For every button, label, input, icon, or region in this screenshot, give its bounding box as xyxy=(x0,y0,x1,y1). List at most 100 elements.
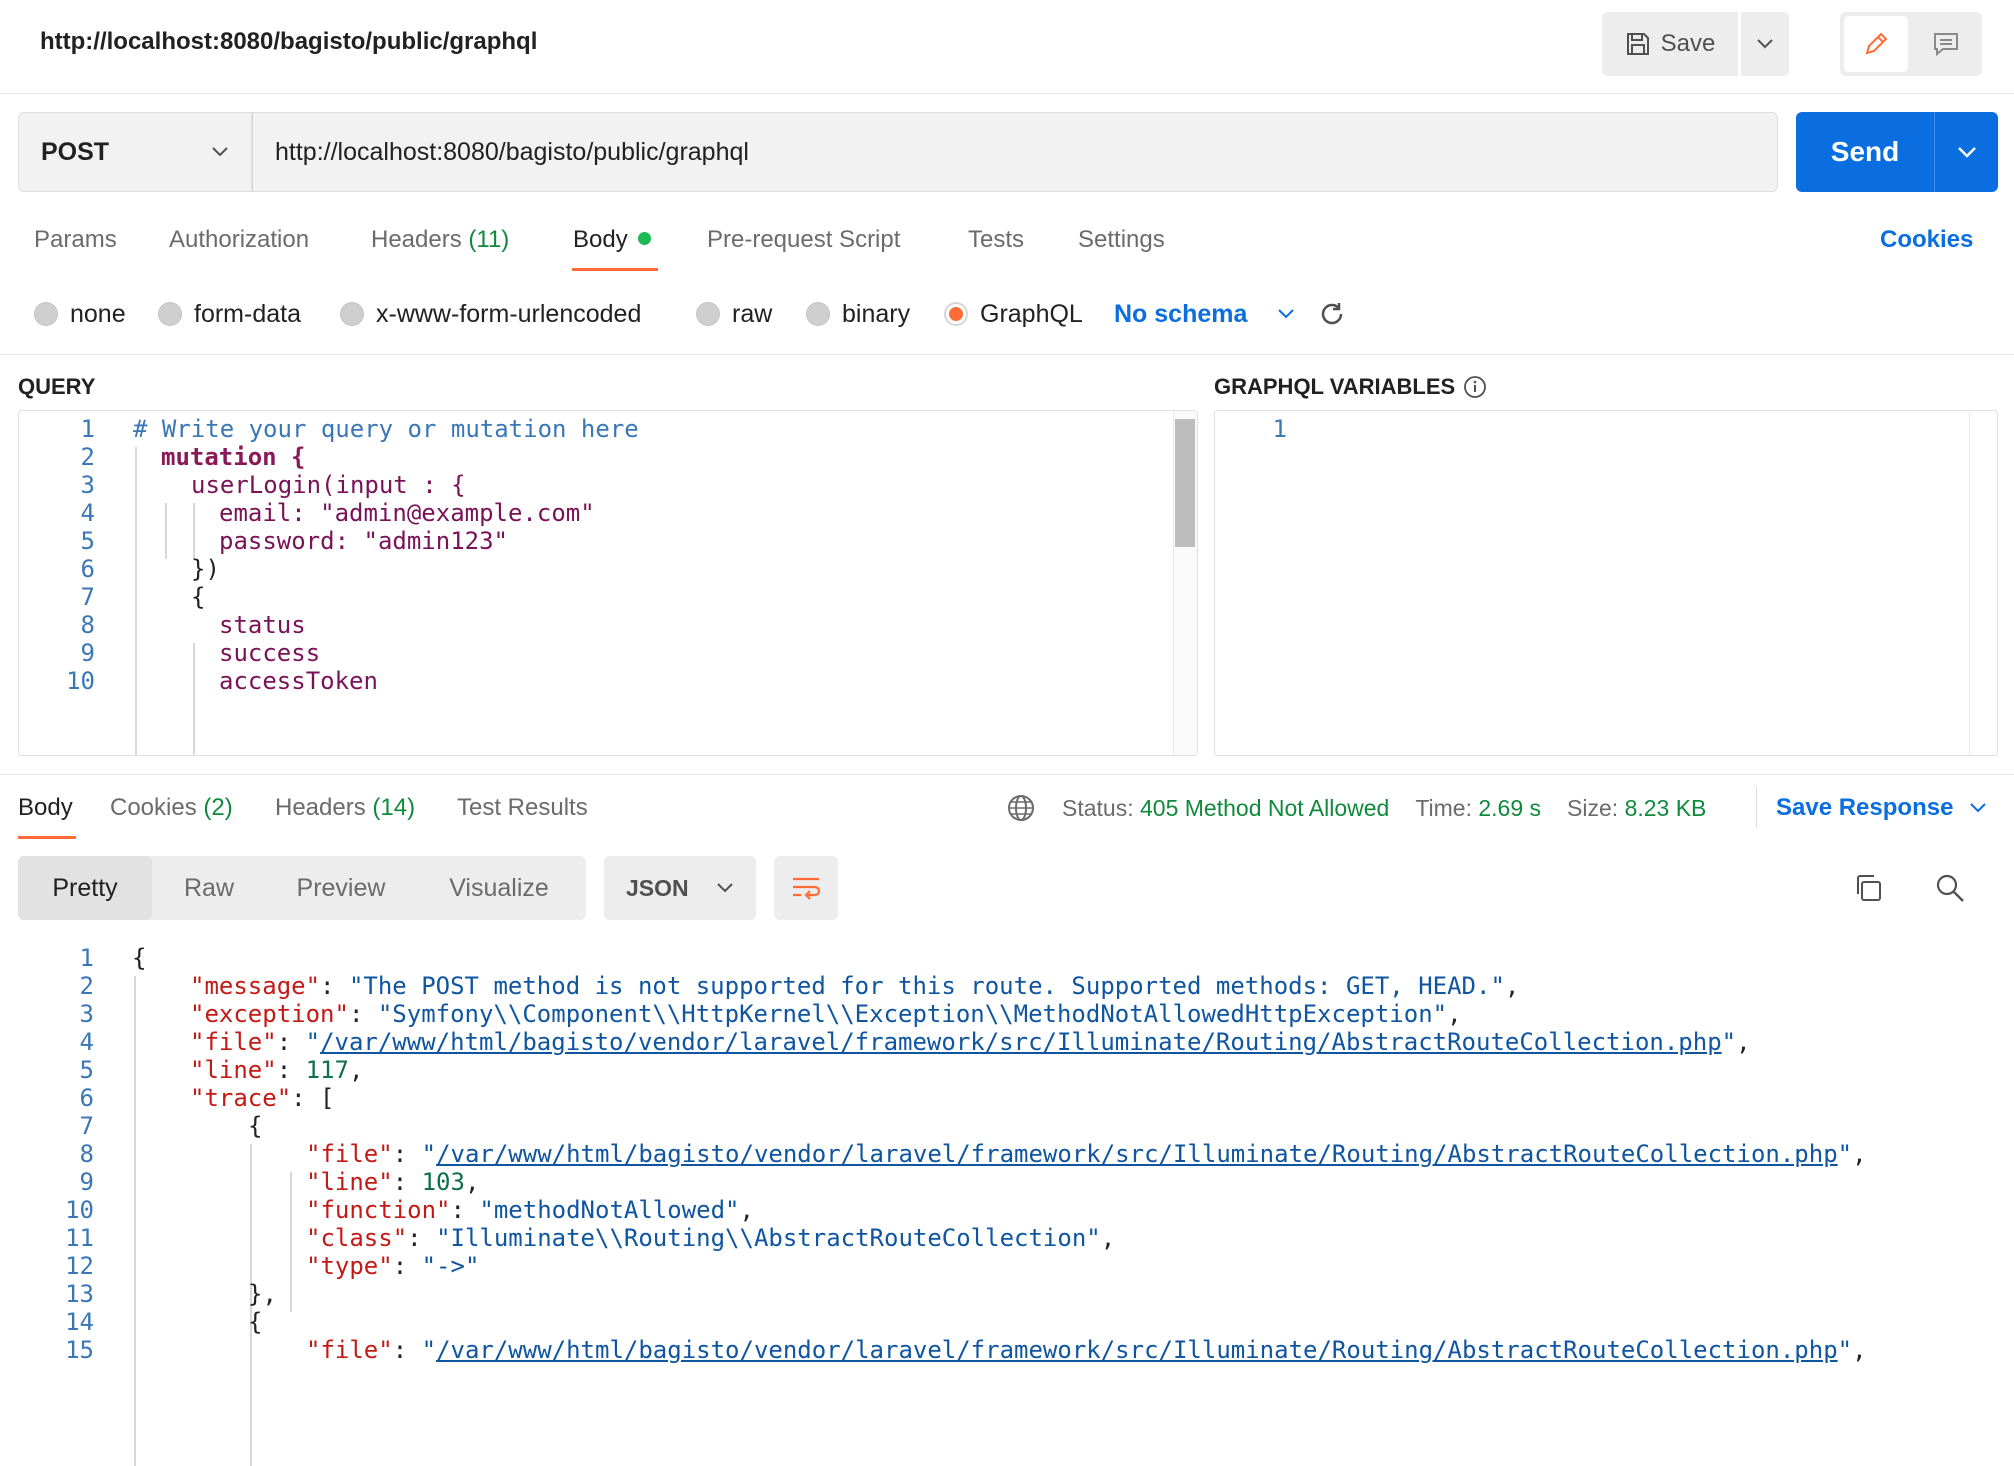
radio-dot xyxy=(34,302,58,326)
chevron-down-icon xyxy=(1757,39,1773,49)
variables-scrollbar[interactable] xyxy=(1969,411,1997,755)
tab-pre-request-script[interactable]: Pre-request Script xyxy=(707,226,900,254)
json-key: "trace" xyxy=(190,1084,292,1112)
response-meta: Status: 405 Method Not Allowed Time: 2.6… xyxy=(1006,790,1706,826)
comments-button[interactable] xyxy=(1914,16,1978,72)
edit-mode-button[interactable] xyxy=(1844,16,1908,72)
json-string: "Illuminate\\Routing\\AbstractRouteColle… xyxy=(436,1224,1101,1252)
chevron-down-icon xyxy=(717,883,733,893)
refresh-icon[interactable] xyxy=(1316,298,1348,330)
variables-editor[interactable]: 1 xyxy=(1214,410,1998,756)
save-group: Save xyxy=(1602,12,1789,76)
save-dropdown-button[interactable] xyxy=(1741,12,1789,76)
wrap-lines-button[interactable] xyxy=(774,856,838,920)
radio-label: GraphQL xyxy=(980,299,1083,328)
status-label: Status: xyxy=(1062,794,1134,821)
tab-label: Body xyxy=(573,226,628,253)
tab-params[interactable]: Params xyxy=(34,226,117,254)
tab-label: Pre-request Script xyxy=(707,226,901,253)
save-response-button[interactable]: Save Response xyxy=(1776,794,1987,822)
body-indicator-dot xyxy=(637,232,651,246)
search-icon[interactable] xyxy=(1934,872,1966,904)
query-scrollbar-thumb[interactable] xyxy=(1175,419,1195,547)
time-info[interactable]: Time: 2.69 s xyxy=(1415,795,1541,822)
chevron-down-icon xyxy=(212,147,228,157)
url-input[interactable]: http://localhost:8080/bagisto/public/gra… xyxy=(252,112,1778,192)
send-button[interactable]: Send xyxy=(1796,112,1934,192)
info-icon[interactable] xyxy=(1463,375,1487,399)
response-scrollbar[interactable] xyxy=(1988,940,1998,1466)
send-dropdown-button[interactable] xyxy=(1934,112,1998,192)
radio-raw[interactable]: raw xyxy=(696,298,772,330)
radio-dot xyxy=(806,302,830,326)
json-brace: { xyxy=(248,1112,263,1140)
status-info[interactable]: Status: 405 Method Not Allowed xyxy=(1062,795,1389,822)
indent-guide xyxy=(193,643,195,755)
radio-graphql[interactable]: GraphQL xyxy=(944,298,1083,330)
json-string: "->" xyxy=(421,1252,480,1280)
tab-label: Cookies xyxy=(110,794,197,821)
tab-body[interactable]: Body xyxy=(573,226,651,254)
method-select[interactable]: POST xyxy=(18,112,252,192)
chevron-down-icon xyxy=(1278,309,1295,319)
save-response-label: Save Response xyxy=(1776,794,1954,821)
view-raw[interactable]: Raw xyxy=(152,856,266,920)
response-tab-cookies[interactable]: Cookies (2) xyxy=(110,794,233,822)
save-button[interactable]: Save xyxy=(1602,12,1738,76)
tab-label: Test Results xyxy=(457,794,588,821)
response-tab-body[interactable]: Body xyxy=(18,794,73,822)
view-pretty[interactable]: Pretty xyxy=(18,856,152,920)
line-number: 15 xyxy=(65,1336,94,1364)
json-link[interactable]: /var/www/html/bagisto/vendor/laravel/fra… xyxy=(436,1140,1838,1168)
wrap-icon xyxy=(793,877,821,900)
view-preview[interactable]: Preview xyxy=(266,856,416,920)
json-brace: { xyxy=(248,1308,263,1336)
tab-label: Headers xyxy=(275,794,366,821)
line-number: 1 xyxy=(1272,415,1287,443)
size-info[interactable]: Size: 8.23 KB xyxy=(1567,795,1706,822)
view-visualize[interactable]: Visualize xyxy=(416,856,582,920)
response-tab-test-results[interactable]: Test Results xyxy=(457,794,588,822)
tab-tests[interactable]: Tests xyxy=(968,226,1024,254)
radio-form-data[interactable]: form-data xyxy=(158,298,301,330)
json-punct: , xyxy=(1852,1336,1867,1364)
json-quote: " xyxy=(1721,1028,1737,1056)
schema-label: No schema xyxy=(1114,299,1248,328)
active-tab-indicator xyxy=(18,836,76,839)
line-number: 10 xyxy=(66,667,95,695)
request-title[interactable]: http://localhost:8080/bagisto/public/gra… xyxy=(40,28,537,56)
query-editor[interactable]: 1 # Write your query or mutation here 2 mu… xyxy=(18,410,1198,756)
json-punct: : [ xyxy=(291,1084,335,1112)
json-punct: : xyxy=(392,1252,422,1280)
json-quote: " xyxy=(1837,1336,1853,1364)
radio-x-www-form-urlencoded[interactable]: x-www-form-urlencoded xyxy=(340,298,641,330)
json-punct: , xyxy=(1504,972,1520,1000)
json-quote: " xyxy=(421,1336,437,1364)
code-text: { xyxy=(191,583,206,611)
json-punct: , xyxy=(1100,1224,1116,1252)
cookies-link[interactable]: Cookies xyxy=(1880,226,1973,254)
tab-authorization[interactable]: Authorization xyxy=(169,226,309,254)
code-text: password: "admin123" xyxy=(219,527,508,555)
tab-settings[interactable]: Settings xyxy=(1078,226,1165,254)
json-link[interactable]: /var/www/html/bagisto/vendor/laravel/fra… xyxy=(436,1336,1838,1364)
variables-label: GRAPHQL VARIABLES xyxy=(1214,374,1456,399)
globe-icon[interactable] xyxy=(1006,793,1036,823)
radio-none[interactable]: none xyxy=(34,298,126,330)
response-body-viewer[interactable]: 1{ 2 "message": "The POST method is not s… xyxy=(18,940,1998,1466)
radio-binary[interactable]: binary xyxy=(806,298,910,330)
json-key: "type" xyxy=(306,1252,393,1280)
save-icon xyxy=(1626,33,1649,55)
json-punct: , xyxy=(1852,1140,1867,1168)
response-tab-headers[interactable]: Headers (14) xyxy=(275,794,415,822)
active-tab-indicator xyxy=(572,268,658,271)
indent-guide xyxy=(134,976,136,1466)
format-select[interactable]: JSON xyxy=(604,856,756,920)
radio-label: none xyxy=(70,299,126,328)
copy-icon[interactable] xyxy=(1852,872,1884,904)
schema-select[interactable]: No schema xyxy=(1114,298,1295,330)
radio-dot xyxy=(696,302,720,326)
json-link[interactable]: /var/www/html/bagisto/vendor/laravel/fra… xyxy=(320,1028,1722,1056)
radio-label: raw xyxy=(732,299,773,328)
tab-headers[interactable]: Headers (11) xyxy=(371,226,509,254)
